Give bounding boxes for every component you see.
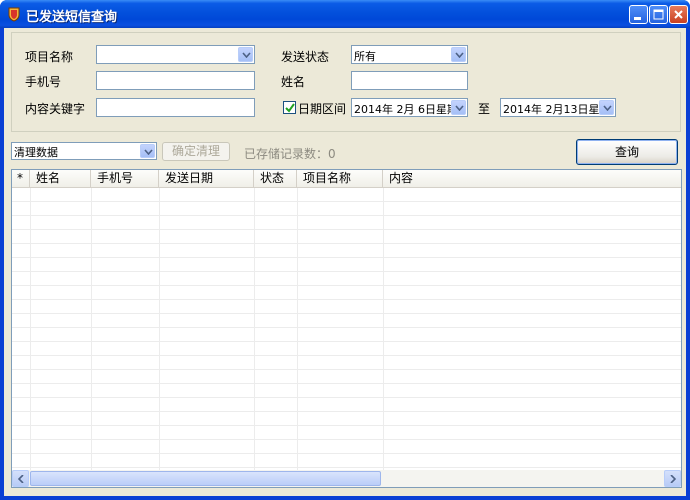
table-row[interactable] [12, 216, 681, 230]
stored-count-label: 已存储记录数：0 [244, 147, 336, 161]
app-icon [6, 6, 22, 22]
scroll-left-button[interactable] [12, 470, 29, 487]
table-row[interactable] [12, 370, 681, 384]
table-row[interactable] [12, 188, 681, 202]
table-row[interactable] [12, 286, 681, 300]
date-to-value: 2014年 2月13日星期四 [503, 103, 601, 116]
table-row[interactable] [12, 244, 681, 258]
table-row[interactable] [12, 412, 681, 426]
maximize-button[interactable] [649, 5, 668, 24]
table-row[interactable] [12, 314, 681, 328]
client-area: 项目名称 发送状态 所有 手机号 姓名 内容关键字 日期区间 2014年 2月 … [4, 28, 686, 496]
send-status-label: 发送状态 [281, 50, 330, 64]
row-header-marker: * [12, 170, 30, 188]
table-row[interactable] [12, 454, 681, 468]
project-name-select[interactable] [96, 45, 255, 64]
main-window: 已发送短信查询 项目名称 发送状态 所有 手机号 姓名 内容关键字 日期区间 2… [0, 0, 690, 500]
table-row[interactable] [12, 328, 681, 342]
column-divider [159, 188, 160, 470]
table-row[interactable] [12, 202, 681, 216]
chevron-down-icon[interactable] [451, 100, 466, 115]
column-header-project-name[interactable]: 项目名称 [297, 170, 383, 188]
chevron-down-icon[interactable] [238, 47, 253, 62]
name-label: 姓名 [281, 75, 306, 89]
cleanup-select[interactable]: 清理数据 [11, 142, 157, 160]
keyword-input[interactable] [96, 98, 255, 117]
name-input[interactable] [351, 71, 468, 90]
chevron-down-icon[interactable] [140, 144, 155, 158]
date-from-value: 2014年 2月 6日星期四 [354, 103, 452, 116]
column-divider [91, 188, 92, 470]
table-row[interactable] [12, 426, 681, 440]
send-status-select[interactable]: 所有 [351, 45, 468, 64]
table-row[interactable] [12, 398, 681, 412]
column-header-content[interactable]: 内容 [383, 170, 681, 188]
table-row[interactable] [12, 230, 681, 244]
table-row[interactable] [12, 356, 681, 370]
project-name-label: 项目名称 [25, 50, 74, 64]
confirm-cleanup-button[interactable]: 确定清理 [162, 142, 230, 161]
column-divider [383, 188, 384, 470]
scroll-right-button[interactable] [664, 470, 681, 487]
chevron-down-icon[interactable] [599, 100, 614, 115]
table-row[interactable] [12, 258, 681, 272]
table-row[interactable] [12, 342, 681, 356]
date-from-picker[interactable]: 2014年 2月 6日星期四 [351, 98, 468, 117]
column-header-name[interactable]: 姓名 [30, 170, 91, 188]
column-header-send-date[interactable]: 发送日期 [159, 170, 254, 188]
table-row[interactable] [12, 384, 681, 398]
phone-label: 手机号 [25, 75, 62, 89]
query-button[interactable]: 查询 [576, 139, 678, 165]
column-divider [254, 188, 255, 470]
chevron-down-icon[interactable] [451, 47, 466, 62]
column-header-status[interactable]: 状态 [254, 170, 297, 188]
close-button[interactable] [669, 5, 688, 24]
column-divider [30, 188, 31, 470]
send-status-value: 所有 [354, 50, 376, 63]
scrollbar-thumb[interactable] [30, 471, 381, 486]
title-bar[interactable]: 已发送短信查询 [0, 0, 690, 28]
cleanup-select-value: 清理数据 [14, 146, 58, 159]
column-divider [297, 188, 298, 470]
table-row[interactable] [12, 300, 681, 314]
date-to-picker[interactable]: 2014年 2月13日星期四 [500, 98, 616, 117]
keyword-label: 内容关键字 [25, 102, 86, 116]
column-header-phone[interactable]: 手机号 [91, 170, 159, 188]
results-table[interactable]: * 姓名 手机号 发送日期 状态 项目名称 内容 [11, 169, 682, 488]
to-label: 至 [478, 102, 491, 116]
window-title: 已发送短信查询 [26, 10, 118, 25]
phone-input[interactable] [96, 71, 255, 90]
table-row[interactable] [12, 272, 681, 286]
date-range-checkbox[interactable] [283, 101, 296, 114]
date-range-label: 日期区间 [298, 102, 347, 116]
minimize-button[interactable] [629, 5, 648, 24]
horizontal-scrollbar[interactable] [12, 470, 681, 487]
table-row[interactable] [12, 440, 681, 454]
